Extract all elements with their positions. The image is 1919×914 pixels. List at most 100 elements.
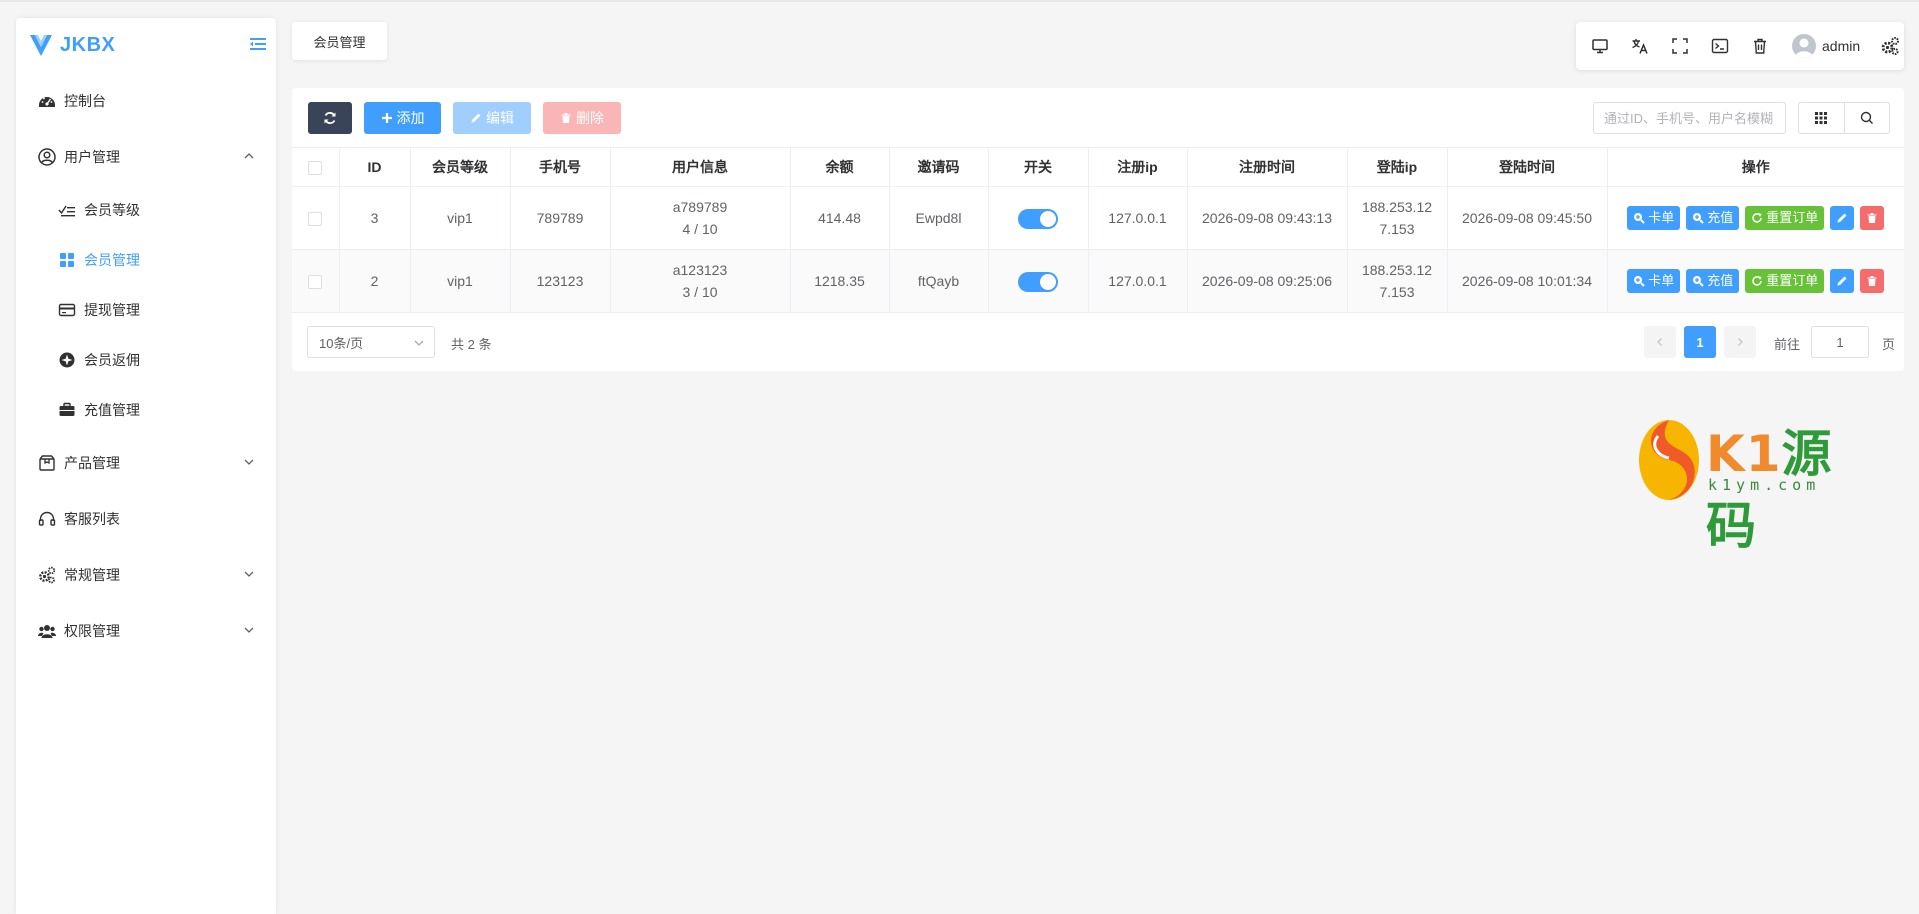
- logo[interactable]: JKBX: [28, 30, 115, 60]
- search-input[interactable]: [1593, 102, 1786, 134]
- card-order-button[interactable]: 卡单: [1627, 269, 1681, 293]
- cell-reg-ip: 127.0.0.1: [1088, 186, 1188, 250]
- sidebar-item-label: 用户管理: [64, 149, 120, 165]
- view-toggle: [1798, 102, 1890, 134]
- login-ip-line: 7.153: [1379, 284, 1415, 300]
- sidebar-item-user-management[interactable]: 用户管理: [16, 129, 276, 185]
- column-header[interactable]: 手机号: [510, 147, 611, 187]
- login-ip-line: 188.253.12: [1361, 262, 1433, 278]
- fullscreen-icon[interactable]: [1670, 36, 1690, 56]
- status-toggle[interactable]: [1018, 272, 1058, 293]
- cell-level: vip1: [410, 186, 511, 250]
- card-order-label: 卡单: [1648, 210, 1675, 225]
- chevron-down-icon: [414, 340, 424, 346]
- sidebar-item-commission[interactable]: 会员返佣: [16, 335, 276, 385]
- trash-icon[interactable]: [1750, 36, 1770, 56]
- cell-switch: [988, 249, 1089, 313]
- grid-view-icon[interactable]: [1799, 103, 1845, 133]
- row-checkbox[interactable]: [308, 212, 323, 227]
- reset-order-button[interactable]: 重置订单: [1745, 206, 1825, 230]
- cell-balance: 414.48: [790, 186, 890, 250]
- pencil-icon: [1837, 213, 1847, 223]
- checklist-icon: [58, 201, 76, 219]
- total-count: 共 2 条: [451, 337, 492, 352]
- recharge-label: 充值: [1707, 210, 1734, 225]
- page-size-select[interactable]: 10条/页: [307, 326, 435, 358]
- cell-actions: 卡单 充值 重置订单: [1607, 249, 1904, 313]
- column-header[interactable]: 邀请码: [889, 147, 989, 187]
- chevron-down-icon: [244, 571, 254, 577]
- goto-page-input[interactable]: [1811, 326, 1869, 358]
- row-checkbox[interactable]: [308, 275, 323, 290]
- card-order-button[interactable]: 卡单: [1627, 206, 1681, 230]
- recharge-button[interactable]: 充值: [1686, 206, 1740, 230]
- sidebar-item-withdrawal[interactable]: 提现管理: [16, 285, 276, 335]
- cell-phone: 789789: [510, 186, 611, 250]
- refresh-button[interactable]: [308, 102, 352, 134]
- watermark-logo: K1源码 k1ym.com: [1636, 412, 1846, 555]
- select-all-cell: [292, 147, 340, 187]
- column-header[interactable]: 余额: [790, 147, 890, 187]
- recharge-button[interactable]: 充值: [1686, 269, 1740, 293]
- sidebar-item-label: 客服列表: [64, 511, 120, 527]
- translate-icon[interactable]: [1630, 36, 1650, 56]
- settings-icon[interactable]: [1880, 36, 1900, 56]
- edit-button-label: 编辑: [486, 110, 514, 126]
- tab-member-management[interactable]: 会员管理: [292, 22, 387, 60]
- column-header: 操作: [1607, 147, 1904, 187]
- menu-collapse-icon[interactable]: [248, 34, 268, 54]
- column-header[interactable]: 注册ip: [1088, 147, 1188, 187]
- status-toggle[interactable]: [1018, 209, 1058, 230]
- sidebar: JKBX 控制台 用户管理 会员等级 会员管理 提现管理 会员返佣 充值管理 产…: [16, 18, 276, 914]
- cell-login-ip: 188.253.12 7.153: [1347, 186, 1448, 250]
- column-header[interactable]: 注册时间: [1187, 147, 1348, 187]
- sidebar-item-member-management[interactable]: 会员管理: [16, 235, 276, 285]
- column-header[interactable]: 用户信息: [610, 147, 791, 187]
- trash-icon: [1867, 213, 1877, 223]
- sidebar-item-product-management[interactable]: 产品管理: [16, 435, 276, 491]
- sidebar-item-dashboard[interactable]: 控制台: [16, 73, 276, 129]
- sidebar-item-recharge[interactable]: 充值管理: [16, 385, 276, 435]
- prev-page-button[interactable]: [1644, 326, 1676, 358]
- column-header[interactable]: 会员等级: [410, 147, 511, 187]
- delete-row-button[interactable]: [1860, 206, 1885, 230]
- reset-order-button[interactable]: 重置订单: [1745, 269, 1825, 293]
- plus-icon: [381, 113, 392, 123]
- cell-switch: [988, 186, 1089, 250]
- column-header[interactable]: 开关: [988, 147, 1089, 187]
- username[interactable]: admin: [1822, 38, 1860, 54]
- terminal-icon[interactable]: [1710, 36, 1730, 56]
- chevron-up-icon: [244, 153, 254, 159]
- search-icon[interactable]: [1845, 103, 1890, 133]
- page-number[interactable]: 1: [1684, 326, 1716, 358]
- table-row: 3 vip1 789789 a789789 4 / 10 414.48 Ewpd8…: [292, 186, 1904, 250]
- table-header-row: ID 会员等级 手机号 用户信息 余额 邀请码 开关 注册ip 注册时间 登陆i…: [292, 147, 1904, 187]
- edit-button[interactable]: 编辑: [453, 102, 531, 134]
- goto-label: 前往: [1774, 337, 1801, 352]
- next-page-button[interactable]: [1724, 326, 1756, 358]
- delete-button[interactable]: 删除: [543, 102, 621, 134]
- avatar[interactable]: [1792, 34, 1816, 58]
- logo-icon: [30, 35, 52, 56]
- select-all-checkbox[interactable]: [308, 161, 323, 176]
- member-table: ID 会员等级 手机号 用户信息 余额 邀请码 开关 注册ip 注册时间 登陆i…: [292, 147, 1904, 313]
- sidebar-item-permissions[interactable]: 权限管理: [16, 603, 276, 659]
- column-header[interactable]: ID: [339, 147, 411, 187]
- add-button[interactable]: 添加: [364, 102, 441, 134]
- add-button-label: 添加: [396, 110, 425, 126]
- card-order-label: 卡单: [1648, 273, 1675, 288]
- pencil-icon: [471, 113, 481, 123]
- monitor-icon[interactable]: [1590, 36, 1610, 56]
- edit-row-button[interactable]: [1830, 269, 1855, 293]
- column-header[interactable]: 登陆时间: [1447, 147, 1608, 187]
- edit-row-button[interactable]: [1830, 206, 1855, 230]
- login-ip-line: 188.253.12: [1361, 199, 1433, 215]
- refresh-icon: [1752, 213, 1762, 223]
- sidebar-item-customer-service[interactable]: 客服列表: [16, 491, 276, 547]
- sidebar-item-general-management[interactable]: 常规管理: [16, 547, 276, 603]
- sidebar-item-member-level[interactable]: 会员等级: [16, 185, 276, 235]
- delete-row-button[interactable]: [1860, 269, 1885, 293]
- sidebar-item-label: 产品管理: [64, 455, 120, 471]
- cell-login-time: 2026-09-08 10:01:34: [1447, 249, 1608, 313]
- column-header[interactable]: 登陆ip: [1347, 147, 1448, 187]
